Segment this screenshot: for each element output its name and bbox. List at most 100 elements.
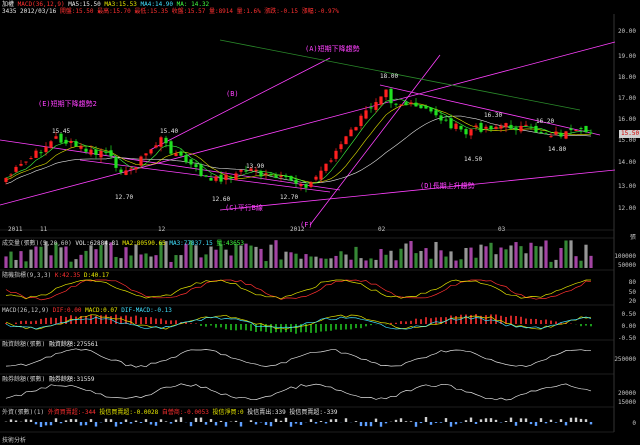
x-label: 02 — [378, 226, 386, 233]
macd-histogram-bar — [545, 319, 547, 324]
volume-bar — [529, 242, 533, 268]
macd-histogram-bar — [85, 315, 87, 324]
volume-bar — [384, 254, 388, 268]
institutional-bar — [54, 418, 58, 422]
macd-histogram-bar — [580, 324, 582, 327]
price-mark: 16.20 — [536, 118, 555, 125]
institutional-bar — [519, 418, 523, 422]
institutional-bar — [44, 422, 48, 426]
volume-bar — [589, 255, 593, 268]
candle-body — [429, 107, 433, 112]
macd-histogram-bar — [365, 324, 367, 327]
price-mark: 12.60 — [212, 196, 231, 203]
institutional-bar — [209, 419, 213, 422]
institutional-bar — [64, 420, 68, 422]
volume-bar — [69, 261, 73, 268]
institutional-bar — [129, 422, 133, 424]
candle-body — [29, 158, 33, 160]
candle-body — [284, 176, 288, 178]
macd-histogram-bar — [220, 324, 222, 328]
candle-body — [44, 146, 48, 153]
macd-histogram-bar — [145, 317, 147, 324]
macd-histogram-bar — [285, 324, 287, 333]
candle-body — [24, 161, 28, 163]
institutional-bar — [224, 422, 228, 427]
candle-body — [549, 136, 553, 138]
institutional-bar — [334, 419, 338, 422]
macd-histogram-bar — [160, 318, 162, 324]
candle-body — [149, 149, 153, 154]
volume-bar — [289, 252, 293, 268]
candle-body — [409, 102, 413, 104]
volume-bar — [474, 257, 478, 268]
macd-histogram-bar — [5, 323, 7, 324]
candle-body — [109, 150, 113, 157]
price-mark: 14.80 — [548, 146, 567, 153]
institutional-bar — [424, 417, 428, 422]
macd-histogram-bar — [450, 315, 452, 324]
macd-value: MACD:0.07 — [85, 307, 118, 314]
volume-bar — [219, 244, 223, 268]
volume-bar — [209, 246, 213, 268]
short-axis-label: 20000 — [617, 390, 636, 397]
candle-body — [419, 105, 423, 109]
kd-d-line — [5, 279, 591, 300]
footer-tab[interactable]: 技術分析 — [2, 437, 26, 444]
macd-histogram-bar — [65, 316, 67, 324]
macd-histogram-bar — [150, 317, 152, 324]
volume-bar — [204, 254, 208, 268]
institutional-bar — [239, 422, 243, 427]
candle-body — [144, 153, 148, 156]
institutional-bar — [214, 422, 218, 426]
price-mark-high: 18.00 — [380, 73, 399, 80]
volume-bar — [424, 248, 428, 268]
price-mark: 15.45 — [52, 128, 71, 135]
macd-histogram-bar — [400, 321, 402, 324]
candle-body — [449, 118, 453, 129]
candle-body — [504, 123, 508, 128]
candle-body — [224, 174, 228, 180]
candle-body — [554, 131, 558, 135]
volume-bar — [154, 255, 158, 268]
inst-item: 投信買賣超:-0.0028 — [99, 409, 159, 416]
candle-body — [79, 146, 83, 149]
candle-body — [244, 170, 248, 172]
volume-bar — [234, 244, 238, 268]
candle-body — [124, 170, 128, 175]
institutional-bar — [324, 422, 328, 424]
candle-body — [334, 150, 338, 159]
candle-body — [89, 149, 93, 155]
volume-bar — [304, 254, 308, 268]
macd-histogram-bar — [130, 316, 132, 324]
volume-bar — [194, 245, 198, 268]
candle-body — [279, 175, 283, 178]
macd-histogram-bar — [335, 324, 337, 330]
candle-body — [159, 137, 163, 147]
candle-body — [364, 110, 368, 119]
candle-body — [54, 136, 58, 139]
volume-bar — [544, 240, 548, 268]
institutional-bar — [204, 422, 208, 425]
macd-histogram-bar — [465, 314, 467, 324]
candlestick-chart[interactable] — [0, 0, 640, 445]
institutional-bar — [189, 422, 193, 427]
institutional-bar — [269, 422, 273, 427]
institutional-bar — [179, 417, 183, 422]
institutional-bar — [589, 422, 593, 425]
volume-bar — [359, 258, 363, 268]
institutional-bar — [479, 419, 483, 422]
macd-histogram-bar — [420, 319, 422, 324]
institutional-bar — [469, 417, 473, 422]
institutional-bar — [124, 419, 128, 422]
volume-bar — [439, 250, 443, 268]
candle-body — [269, 173, 273, 175]
institutional-bar — [359, 422, 363, 427]
inst-title: 外資(張數)(1) — [2, 409, 45, 416]
short-title: 融券餘額(張數) — [2, 376, 46, 383]
volume-bar — [344, 254, 348, 268]
candle-body — [344, 136, 348, 145]
volume-bar — [254, 246, 258, 268]
annotation-e: (E)短期下降趨勢2 — [38, 100, 97, 108]
margin-axis-label: 250000 — [614, 356, 636, 363]
institutional-bar — [439, 422, 443, 423]
